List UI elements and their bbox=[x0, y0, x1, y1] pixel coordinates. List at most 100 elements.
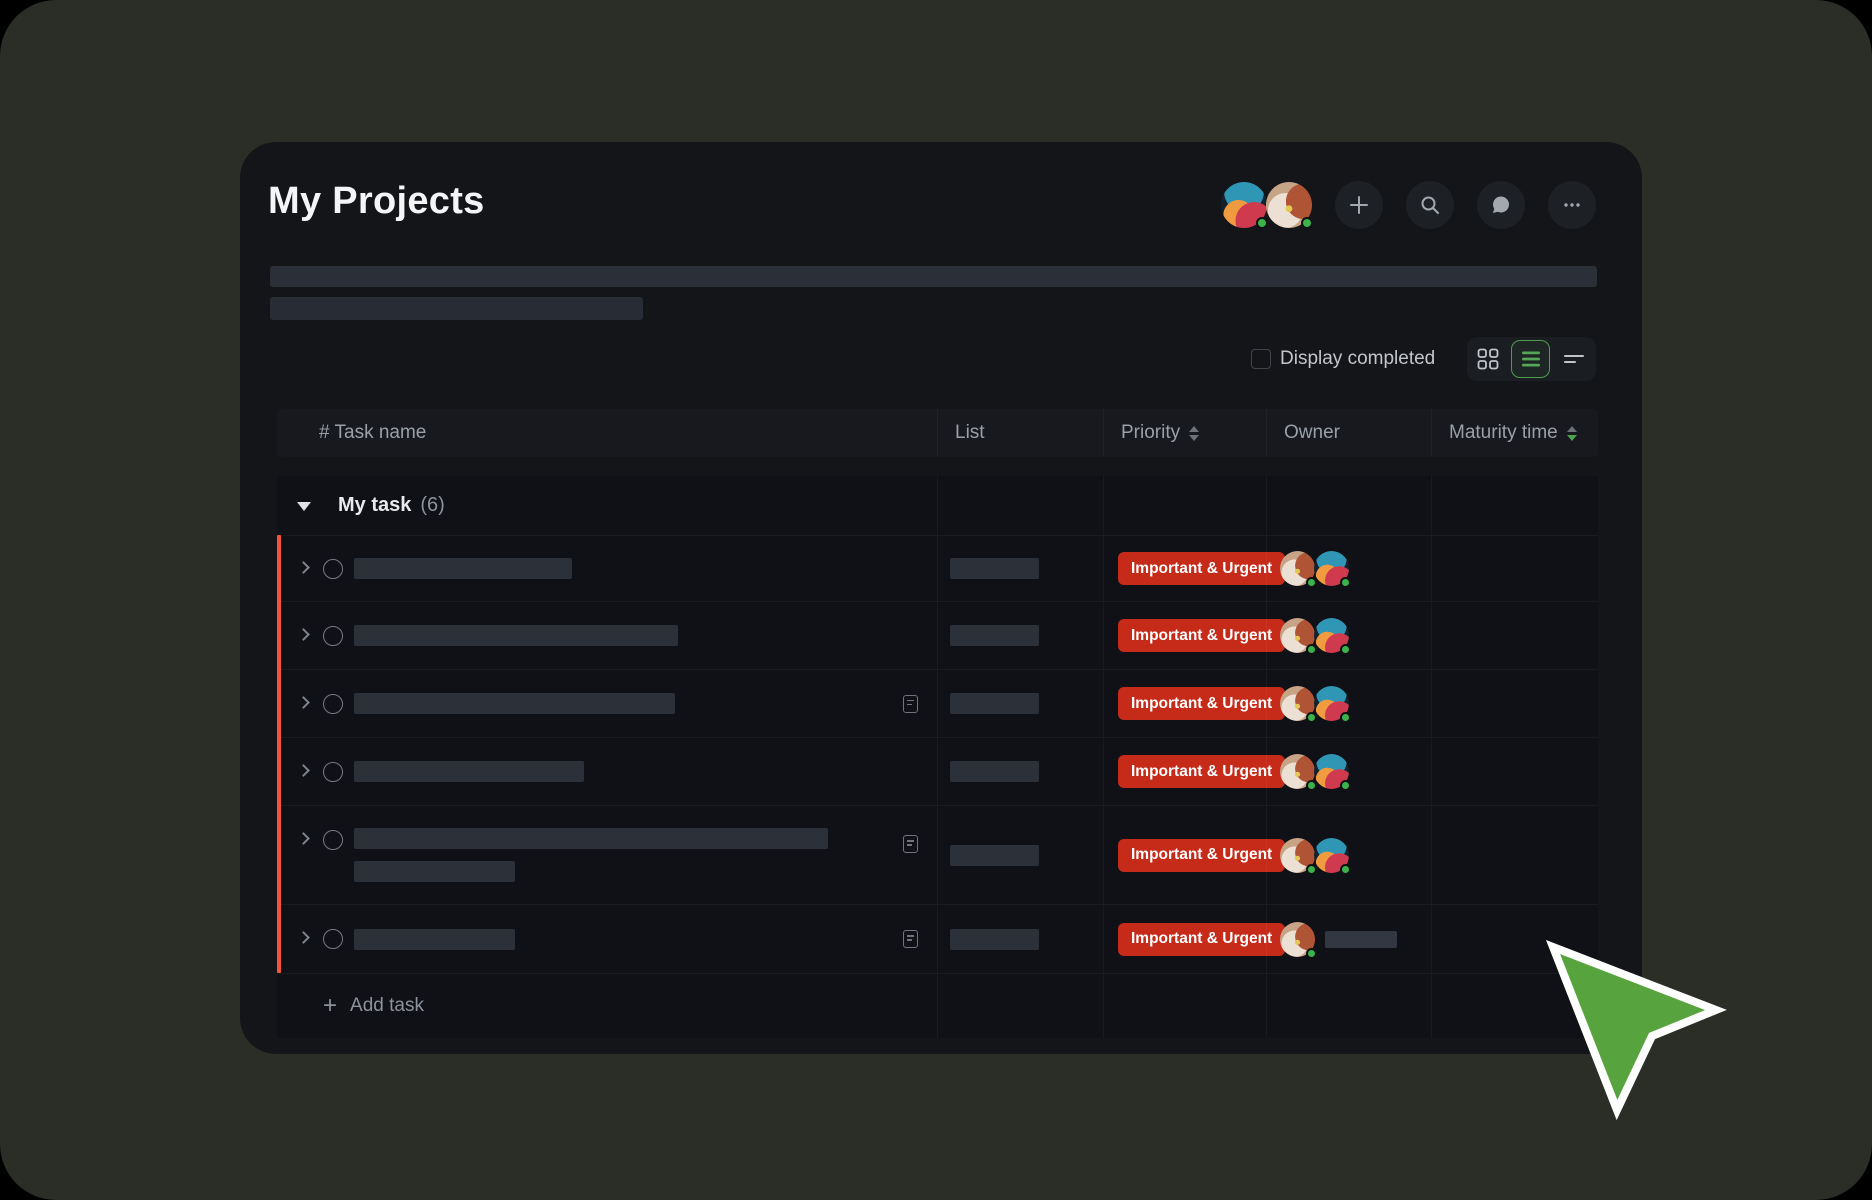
priority-badge[interactable]: Important & Urgent bbox=[1118, 839, 1285, 872]
tasks-table: # Task name List Priority Owner Maturity… bbox=[277, 409, 1598, 1038]
group-label: My task bbox=[338, 494, 411, 517]
task-status-circle[interactable] bbox=[323, 626, 343, 646]
add-button[interactable] bbox=[1335, 181, 1383, 229]
priority-badge[interactable]: Important & Urgent bbox=[1118, 619, 1285, 652]
online-status-dot bbox=[1256, 217, 1268, 229]
summary-placeholder-bar bbox=[270, 266, 1597, 287]
expand-chevron-icon[interactable] bbox=[297, 628, 310, 641]
list-placeholder bbox=[950, 929, 1039, 950]
expand-chevron-icon[interactable] bbox=[297, 832, 310, 845]
note-icon bbox=[903, 695, 918, 713]
task-status-circle[interactable] bbox=[323, 929, 343, 949]
avatar[interactable] bbox=[1266, 182, 1312, 228]
column-header-task-name[interactable]: # Task name bbox=[277, 409, 937, 457]
expand-chevron-icon[interactable] bbox=[297, 764, 310, 777]
task-name-placeholder bbox=[354, 861, 515, 882]
task-name-placeholder bbox=[354, 929, 515, 950]
grid-view-icon bbox=[1477, 348, 1499, 370]
display-completed-toggle[interactable]: Display completed bbox=[1251, 347, 1435, 371]
priority-badge[interactable]: Important & Urgent bbox=[1118, 923, 1285, 956]
table-row[interactable]: Important & Urgent bbox=[277, 601, 1598, 669]
online-status-dot bbox=[1301, 217, 1313, 229]
screenshot-background: My Projects bbox=[0, 0, 1872, 1200]
owner-avatars[interactable] bbox=[1280, 551, 1349, 586]
owner-placeholder bbox=[1325, 931, 1397, 948]
priority-badge[interactable]: Important & Urgent bbox=[1118, 687, 1285, 720]
maturity-time-cell bbox=[1431, 669, 1598, 737]
list-placeholder bbox=[950, 761, 1039, 782]
table-row[interactable]: Important & Urgent bbox=[277, 904, 1598, 973]
online-status-dot bbox=[1340, 780, 1351, 791]
add-task-row[interactable]: + Add task bbox=[277, 973, 1598, 1038]
task-name-placeholder bbox=[354, 693, 675, 714]
online-status-dot bbox=[1306, 948, 1317, 959]
online-status-dot bbox=[1306, 864, 1317, 875]
owner-avatars[interactable] bbox=[1280, 686, 1349, 721]
more-button[interactable] bbox=[1548, 181, 1596, 229]
note-icon bbox=[903, 835, 918, 853]
plus-icon: + bbox=[323, 994, 337, 1018]
online-status-dot bbox=[1340, 864, 1351, 875]
search-icon bbox=[1418, 193, 1442, 217]
maturity-time-cell bbox=[1431, 535, 1598, 601]
list-placeholder bbox=[950, 693, 1039, 714]
expand-chevron-icon[interactable] bbox=[297, 561, 310, 574]
table-row[interactable]: Important & Urgent bbox=[277, 535, 1598, 601]
list-placeholder bbox=[950, 625, 1039, 646]
expand-chevron-icon[interactable] bbox=[297, 696, 310, 709]
online-status-dot bbox=[1340, 644, 1351, 655]
sort-view-button[interactable] bbox=[1562, 349, 1586, 369]
table-row[interactable]: Important & Urgent bbox=[277, 737, 1598, 805]
maturity-time-cell bbox=[1431, 904, 1598, 973]
group-accent-strip bbox=[277, 535, 281, 973]
maturity-time-cell bbox=[1431, 601, 1598, 669]
app-window: My Projects bbox=[240, 142, 1642, 1054]
owner-avatars[interactable] bbox=[1280, 618, 1349, 653]
group-header-row[interactable]: My task (6) bbox=[277, 476, 1598, 535]
online-status-dot bbox=[1306, 577, 1317, 588]
maturity-time-cell bbox=[1431, 805, 1598, 904]
owner-avatars[interactable] bbox=[1280, 838, 1349, 873]
owner-avatars[interactable] bbox=[1280, 754, 1349, 789]
table-row[interactable]: Important & Urgent bbox=[277, 669, 1598, 737]
display-completed-checkbox[interactable] bbox=[1251, 349, 1271, 369]
add-task-label: Add task bbox=[350, 995, 424, 1017]
summary-placeholder-bar bbox=[270, 297, 643, 320]
column-header-owner[interactable]: Owner bbox=[1266, 409, 1431, 457]
table-body: My task (6) Important & Urgent bbox=[277, 476, 1598, 1038]
list-view-button[interactable] bbox=[1511, 340, 1550, 378]
online-status-dot bbox=[1306, 780, 1317, 791]
maturity-time-cell bbox=[1431, 737, 1598, 805]
task-status-circle[interactable] bbox=[323, 762, 343, 782]
expand-chevron-icon[interactable] bbox=[297, 931, 310, 944]
online-status-dot bbox=[1340, 577, 1351, 588]
sort-arrows-icon[interactable] bbox=[1189, 426, 1199, 441]
task-name-placeholder bbox=[354, 625, 678, 646]
header-avatar-stack[interactable] bbox=[1221, 182, 1312, 228]
display-completed-label: Display completed bbox=[1280, 348, 1435, 370]
priority-badge[interactable]: Important & Urgent bbox=[1118, 755, 1285, 788]
list-placeholder bbox=[950, 558, 1039, 579]
task-name-placeholder bbox=[354, 558, 572, 579]
sort-arrows-icon[interactable] bbox=[1567, 426, 1577, 441]
grid-view-button[interactable] bbox=[1477, 348, 1499, 370]
avatar[interactable] bbox=[1221, 182, 1267, 228]
owner-avatars[interactable] bbox=[1280, 922, 1315, 957]
task-name-placeholder bbox=[354, 828, 828, 849]
search-button[interactable] bbox=[1406, 181, 1454, 229]
table-header-row: # Task name List Priority Owner Maturity… bbox=[277, 409, 1598, 457]
column-header-list[interactable]: List bbox=[937, 409, 1103, 457]
column-header-maturity-time[interactable]: Maturity time bbox=[1431, 409, 1598, 457]
collapse-caret-icon[interactable] bbox=[297, 502, 311, 511]
column-header-priority[interactable]: Priority bbox=[1103, 409, 1266, 457]
list-placeholder bbox=[950, 845, 1039, 866]
chat-button[interactable] bbox=[1477, 181, 1525, 229]
more-icon bbox=[1560, 193, 1584, 217]
priority-badge[interactable]: Important & Urgent bbox=[1118, 552, 1285, 585]
task-status-circle[interactable] bbox=[323, 559, 343, 579]
table-row[interactable]: Important & Urgent bbox=[277, 805, 1598, 904]
online-status-dot bbox=[1306, 712, 1317, 723]
task-status-circle[interactable] bbox=[323, 830, 343, 850]
list-view-icon bbox=[1521, 350, 1541, 368]
task-status-circle[interactable] bbox=[323, 694, 343, 714]
